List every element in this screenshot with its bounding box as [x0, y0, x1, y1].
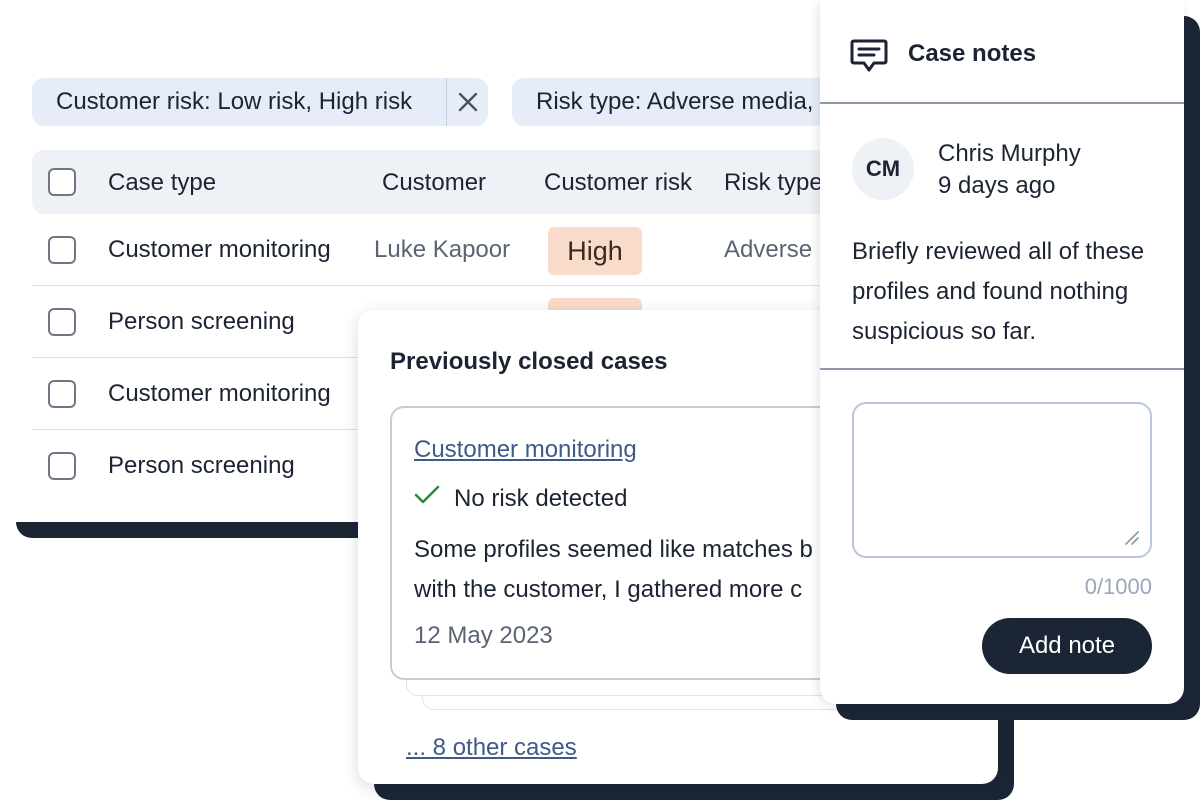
column-header-risk-type[interactable]: Risk type [724, 150, 823, 214]
filter-chip-label: Risk type: Adverse media, [536, 88, 814, 115]
case-notes-title: Case notes [908, 40, 1037, 67]
case-status: No risk detected [414, 484, 627, 513]
row-checkbox[interactable] [48, 308, 76, 336]
chat-icon [850, 38, 888, 79]
case-notes-panel: Case notes CM Chris Murphy 9 days ago Br… [820, 0, 1184, 704]
case-date: 12 May 2023 [414, 622, 553, 649]
row-checkbox[interactable] [48, 452, 76, 480]
avatar: CM [852, 138, 914, 200]
other-cases-link[interactable]: ... 8 other cases [406, 734, 577, 762]
case-type-cell: Person screening [108, 452, 295, 479]
notes-divider [820, 368, 1184, 370]
description-line: Some profiles seemed like matches b [414, 536, 813, 563]
note-body: Briefly reviewed all of these profiles a… [852, 232, 1172, 352]
add-note-button[interactable]: Add note [982, 618, 1152, 674]
note-timestamp: 9 days ago [938, 172, 1056, 199]
risk-type-cell: Adverse [724, 236, 813, 263]
column-header-case-type[interactable]: Case type [108, 150, 216, 214]
filter-chip-risk-type[interactable]: Risk type: Adverse media, [512, 78, 840, 126]
note-input[interactable] [852, 402, 1152, 558]
note-line: suspicious so far. [852, 318, 1037, 345]
case-notes-header: Case notes [820, 0, 1184, 104]
column-header-customer-risk[interactable]: Customer risk [544, 150, 692, 214]
character-count: 0/1000 [1084, 574, 1152, 599]
resize-handle-icon[interactable] [1122, 528, 1140, 551]
note-line: Briefly reviewed all of these [852, 238, 1145, 265]
select-all-checkbox[interactable] [48, 168, 76, 196]
close-icon[interactable] [447, 78, 488, 126]
closed-cases-title: Previously closed cases [390, 348, 668, 375]
row-checkbox[interactable] [48, 380, 76, 408]
risk-badge: High [548, 227, 642, 275]
filter-chip-label: Customer risk: Low risk, High risk [56, 88, 413, 115]
note-line: profiles and found nothing [852, 278, 1129, 305]
table-header: Case type Customer Customer risk Risk ty… [32, 150, 840, 214]
row-checkbox[interactable] [48, 236, 76, 264]
description-line: with the customer, I gathered more c [414, 576, 803, 603]
status-label: No risk detected [454, 484, 628, 512]
case-type-cell: Customer monitoring [108, 380, 331, 407]
note-author: Chris Murphy [938, 140, 1081, 167]
table-row[interactable]: Customer monitoring Luke Kapoor High Adv… [32, 214, 840, 286]
case-description: Some profiles seemed like matches b with… [414, 530, 854, 610]
customer-cell: Luke Kapoor [374, 236, 511, 263]
column-header-customer[interactable]: Customer [382, 150, 486, 214]
case-type-cell: Customer monitoring [108, 236, 331, 263]
filter-chip-customer-risk[interactable]: Customer risk: Low risk, High risk [32, 78, 488, 126]
case-type-cell: Person screening [108, 308, 295, 335]
case-link[interactable]: Customer monitoring [414, 436, 637, 464]
check-icon [414, 484, 444, 513]
